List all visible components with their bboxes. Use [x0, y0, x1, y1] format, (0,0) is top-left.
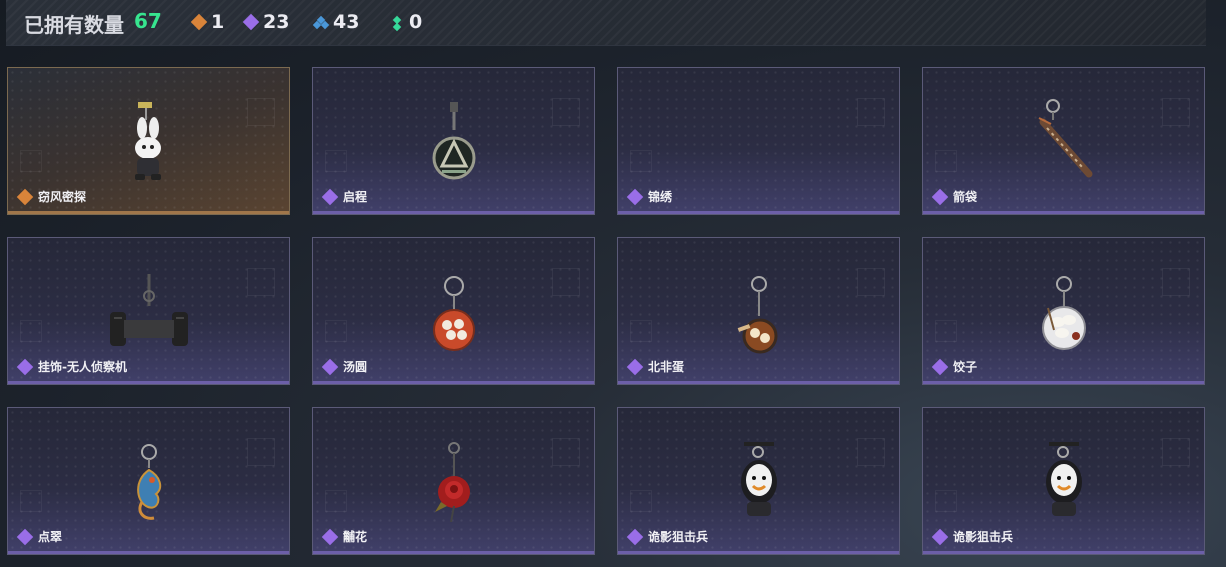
green-rarity-stat: 0	[390, 11, 422, 33]
item-name-label: 饺子	[931, 358, 977, 375]
purple-rarity-icon	[16, 358, 34, 375]
collection-item-card[interactable]: 点翠	[7, 407, 290, 555]
purple-rarity-icon	[16, 528, 34, 545]
phoenix-charm-icon	[126, 440, 172, 530]
purple-rarity-icon	[321, 528, 339, 545]
collection-item-card[interactable]: 黼花	[312, 407, 595, 555]
owned-count-label: 已拥有数量	[24, 13, 124, 37]
blue-rarity-stat: 43	[312, 11, 360, 33]
collection-item-card[interactable]: 窃风密探	[7, 67, 290, 215]
purple-rarity-icon	[931, 528, 949, 545]
collection-item-card[interactable]: 箭袋	[922, 67, 1205, 215]
purple-rarity-icon	[931, 188, 949, 205]
collection-header: 已拥有数量 67 1 23 43 0	[6, 0, 1206, 46]
orange-rarity-count: 1	[211, 11, 225, 33]
purple-rarity-icon	[321, 188, 339, 205]
collection-item-card[interactable]: 启程	[312, 67, 595, 215]
sniper-doll-charm-icon	[734, 440, 784, 530]
collection-item-card[interactable]: 挂饰-无人侦察机	[7, 237, 290, 385]
item-name-label: 挂饰-无人侦察机	[16, 358, 127, 375]
shakshuka-pan-charm-icon	[734, 270, 784, 360]
purple-rarity-icon	[626, 358, 644, 375]
orange-rarity-stat: 1	[190, 11, 225, 33]
purple-rarity-icon	[321, 358, 339, 375]
item-name-label: 汤圆	[321, 358, 367, 375]
purple-rarity-count: 23	[263, 11, 290, 33]
item-name-label: 点翠	[16, 528, 62, 545]
purple-rarity-icon	[931, 358, 949, 375]
tangyuan-bowl-charm-icon	[429, 270, 479, 360]
collection-item-card[interactable]: 诡影狙击兵	[922, 407, 1205, 555]
sniper-doll-charm-icon	[1039, 440, 1089, 530]
quiver-charm-icon	[1029, 98, 1099, 182]
item-name-label: 北非蛋	[626, 358, 684, 375]
drone-charm-icon	[104, 270, 194, 354]
dumpling-plate-charm-icon	[1036, 270, 1092, 360]
purple-rarity-icon	[242, 13, 260, 31]
green-rarity-icon	[390, 15, 404, 32]
orange-rarity-icon	[190, 13, 208, 31]
rose-charm-icon	[429, 440, 479, 530]
purple-rarity-icon	[626, 188, 644, 205]
collection-item-card[interactable]: 锦绣	[617, 67, 900, 215]
green-rarity-count: 0	[409, 11, 423, 33]
collection-item-card[interactable]: 诡影狙击兵	[617, 407, 900, 555]
blue-rarity-count: 43	[333, 11, 360, 33]
item-name-label: 箭袋	[931, 188, 977, 205]
purple-rarity-stat: 23	[242, 11, 290, 33]
item-name-label: 诡影狙击兵	[626, 528, 708, 545]
item-name-label: 窃风密探	[16, 188, 86, 205]
owned-count-value: 67	[134, 9, 162, 33]
orange-rarity-icon	[16, 188, 34, 205]
collection-item-card[interactable]: 北非蛋	[617, 237, 900, 385]
collection-item-card[interactable]: 饺子	[922, 237, 1205, 385]
collection-item-card[interactable]: 汤圆	[312, 237, 595, 385]
item-name-label: 黼花	[321, 528, 367, 545]
blue-rarity-icon	[312, 15, 330, 30]
rabbit-charm-icon	[124, 98, 174, 190]
item-name-label: 诡影狙击兵	[931, 528, 1013, 545]
item-name-label: 启程	[321, 188, 367, 205]
item-name-label: 锦绣	[626, 188, 672, 205]
badge-medallion-charm-icon	[429, 100, 479, 194]
purple-rarity-icon	[626, 528, 644, 545]
